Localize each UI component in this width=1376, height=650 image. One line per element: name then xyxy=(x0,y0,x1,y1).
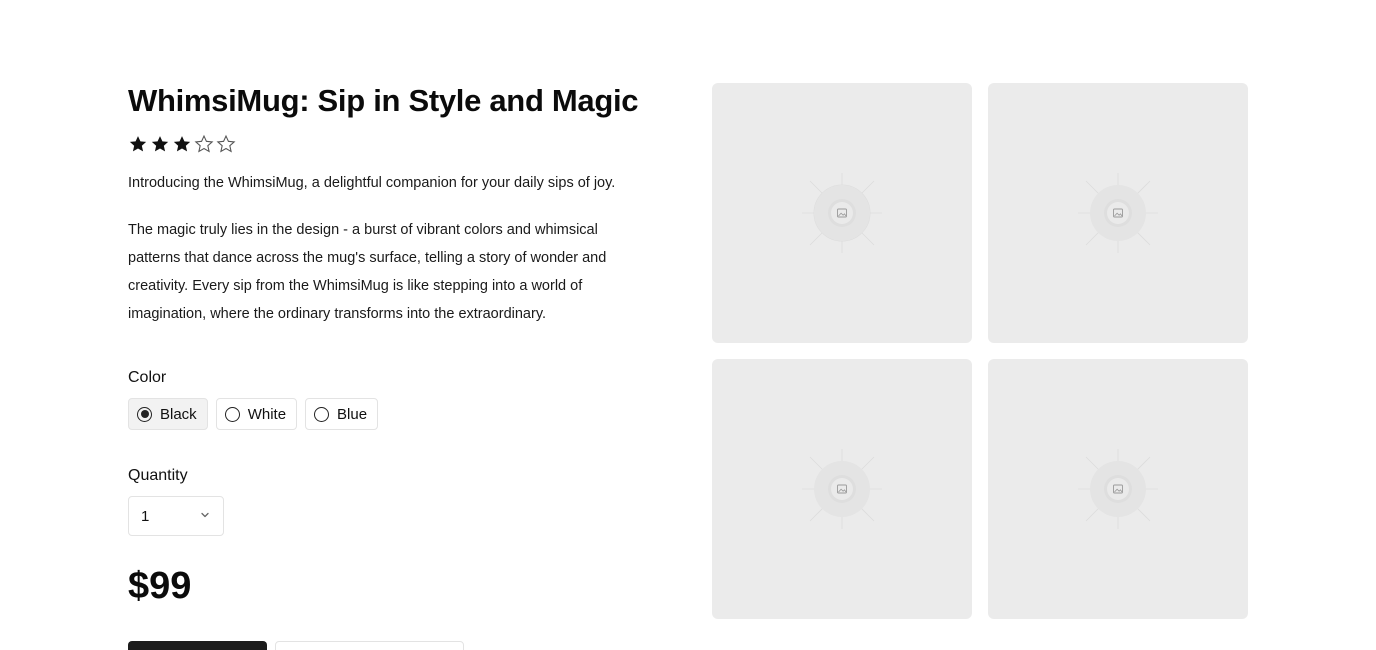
product-page: WhimsiMug: Sip in Style and Magic Introd… xyxy=(0,0,1376,650)
product-image-4[interactable] xyxy=(988,359,1248,619)
image-placeholder-icon xyxy=(1078,449,1158,529)
image-placeholder-icon xyxy=(1078,173,1158,253)
color-option-label: Blue xyxy=(337,405,368,423)
product-title: WhimsiMug: Sip in Style and Magic xyxy=(128,83,639,118)
color-option-white[interactable]: White xyxy=(215,398,298,430)
image-placeholder-icon xyxy=(802,173,882,253)
product-price: $99 xyxy=(128,565,192,607)
star-rating xyxy=(128,133,668,155)
radio-unselected-icon[interactable] xyxy=(224,406,240,422)
quantity-label: Quantity xyxy=(128,467,188,484)
product-info: WhimsiMug: Sip in Style and Magic Introd… xyxy=(128,80,668,650)
product-intro: Introducing the WhimsiMug, a delightful … xyxy=(128,175,616,191)
add-to-cart-button[interactable] xyxy=(128,641,267,650)
secondary-action-button[interactable] xyxy=(275,641,464,650)
star-outline-icon xyxy=(194,134,214,154)
color-option-label: Black xyxy=(160,405,197,423)
product-description: The magic truly lies in the design - a b… xyxy=(128,222,607,322)
product-image-1[interactable] xyxy=(712,83,972,343)
product-image-3[interactable] xyxy=(712,359,972,619)
radio-selected-icon[interactable] xyxy=(137,406,152,422)
quantity-value: 1 xyxy=(141,507,150,525)
color-selector: Color Black White Blue xyxy=(128,369,379,430)
image-placeholder-icon xyxy=(802,449,882,529)
color-option-label: White xyxy=(247,405,287,423)
color-option-blue[interactable]: Blue xyxy=(305,398,379,430)
product-image-2[interactable] xyxy=(988,83,1248,343)
star-filled-icon xyxy=(150,134,170,154)
star-filled-icon xyxy=(172,134,192,154)
star-outline-icon xyxy=(216,134,236,154)
color-options: Black White Blue xyxy=(128,398,379,430)
radio-unselected-icon[interactable] xyxy=(314,406,330,422)
color-label: Color xyxy=(128,369,167,386)
product-gallery xyxy=(712,83,1248,619)
color-option-black[interactable]: Black xyxy=(128,398,208,430)
quantity-selector: Quantity 1 xyxy=(128,467,224,536)
star-filled-icon xyxy=(128,134,148,154)
chevron-down-icon xyxy=(199,508,211,525)
quantity-select[interactable]: 1 xyxy=(128,496,224,536)
